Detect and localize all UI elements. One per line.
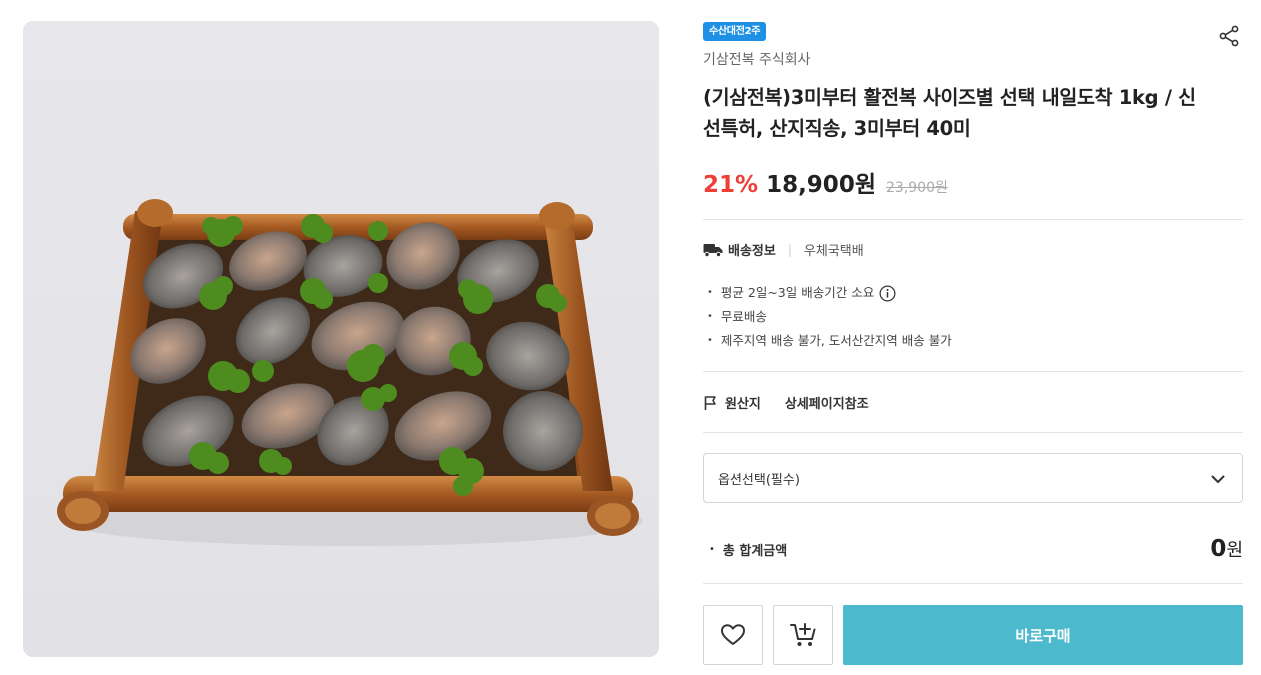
- price-row: 21% 18,900원 23,900원: [703, 165, 948, 199]
- shipping-details-list: 평균 2일~3일 배송기간 소요 무료배송 제주지역 배송 불가, 도서산간지역…: [707, 281, 952, 353]
- origin-label: 원산지: [725, 397, 761, 412]
- total-amount-value: 0: [1210, 536, 1227, 562]
- shipping-detail-item: 평균 2일~3일 배송기간 소요: [707, 281, 952, 305]
- total-amount-unit: 원: [1226, 540, 1243, 561]
- shipping-carrier: 우체국택배: [803, 244, 864, 259]
- option-select-placeholder: 옵션선택(필수): [718, 472, 800, 488]
- divider: [703, 432, 1243, 433]
- shipping-detail-item: 무료배송: [707, 305, 952, 329]
- cart-add-icon: [790, 623, 816, 646]
- share-icon[interactable]: [1217, 24, 1241, 48]
- separator: |: [787, 242, 792, 257]
- shipping-label: 배송정보: [728, 244, 776, 259]
- origin-value: 상세페이지참조: [784, 397, 869, 412]
- buy-now-button[interactable]: 바로구매: [843, 605, 1243, 665]
- option-select[interactable]: 옵션선택(필수): [703, 453, 1243, 503]
- chevron-down-icon: [1211, 475, 1225, 483]
- product-image[interactable]: [23, 21, 659, 657]
- shipping-duration: 평균 2일~3일 배송기간 소요: [720, 285, 875, 300]
- total-amount: 0원: [1210, 536, 1243, 562]
- divider: [703, 219, 1243, 220]
- promo-badge: 수산대전2주: [703, 22, 767, 41]
- truck-icon: [703, 243, 723, 257]
- product-info-panel: 수산대전2주 기삼전복 주식회사 (기삼전복)3미부터 활전복 사이즈별 선택 …: [703, 20, 1243, 670]
- shipping-detail-item: 제주지역 배송 불가, 도서산간지역 배송 불가: [707, 329, 952, 353]
- product-title: (기삼전복)3미부터 활전복 사이즈별 선택 내일도착 1kg / 신선특허, …: [703, 86, 1196, 140]
- abalone-tray-photo: [23, 21, 659, 657]
- divider: [703, 583, 1243, 584]
- shipping-info-header: 배송정보 | 우체국택배: [703, 240, 864, 259]
- sale-price: 18,900원: [766, 172, 876, 198]
- discount-rate: 21%: [703, 172, 759, 198]
- action-buttons: 바로구매: [703, 605, 1243, 665]
- flag-icon: [704, 395, 716, 410]
- shipping-restriction-text: 제주지역 배송 불가, 도서산간지역 배송 불가: [720, 333, 952, 348]
- total-label: 총 합계금액: [722, 543, 788, 559]
- add-to-cart-button[interactable]: [773, 605, 833, 665]
- seller-name[interactable]: 기삼전복 주식회사: [703, 49, 811, 69]
- divider: [703, 371, 1243, 372]
- free-shipping-text: 무료배송: [720, 309, 767, 324]
- bullet: •: [709, 543, 715, 555]
- info-icon[interactable]: [879, 285, 896, 302]
- wishlist-button[interactable]: [703, 605, 763, 665]
- original-price: 23,900원: [885, 180, 948, 196]
- heart-icon: [721, 624, 745, 645]
- total-price-row: • 총 합계금액 0원: [703, 534, 1243, 564]
- origin-row: 원산지 상세페이지참조: [703, 393, 869, 412]
